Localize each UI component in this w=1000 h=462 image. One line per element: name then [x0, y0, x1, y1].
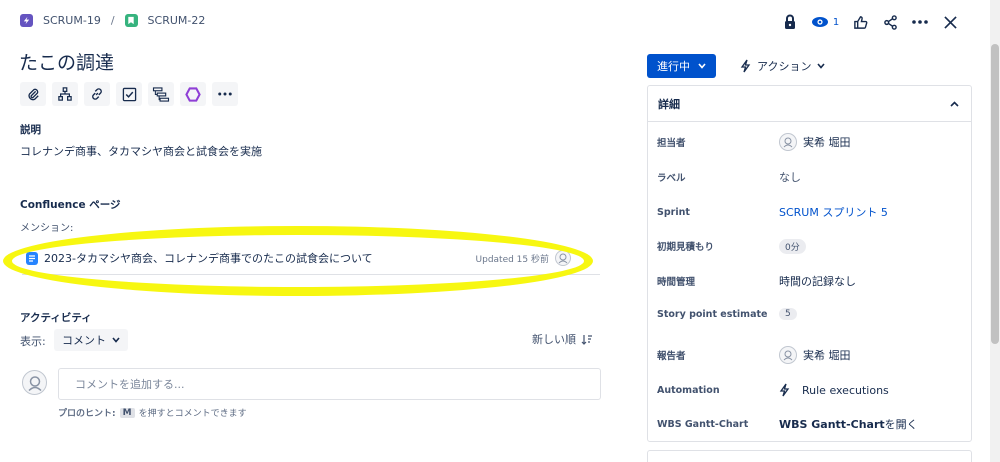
time-tracking-value[interactable]: 時間の記録なし	[779, 273, 856, 289]
estimate-lozenge: 0分	[779, 238, 806, 254]
pro-tip: プロのヒント: M を押すとコメントできます	[58, 406, 247, 419]
field-label: 報告者	[657, 351, 686, 362]
automation-label: Rule executions	[802, 383, 889, 397]
details-panel: 詳細 担当者 実希 堀田 ラベル なし Sprint SCRUM スプリント 5…	[647, 85, 972, 442]
description-text[interactable]: コレナンデ商事、タカマシヤ商会と試食会を実施	[20, 143, 262, 159]
field-story-points: Story point estimate 5	[648, 302, 971, 326]
story-points-value[interactable]: 5	[779, 308, 797, 320]
assignee-name: 実希 堀田	[803, 136, 851, 149]
lock-icon[interactable]	[775, 10, 805, 34]
issue-title[interactable]: たこの調達	[19, 48, 114, 75]
chevron-down-icon	[817, 63, 826, 69]
status-label: 進行中	[657, 60, 690, 73]
breadcrumb: SCRUM-19 / SCRUM-22	[20, 14, 205, 27]
more-actions-icon[interactable]	[212, 82, 238, 106]
more-icon[interactable]	[905, 10, 935, 34]
eye-icon	[811, 17, 828, 27]
field-automation: Automation Rule executions	[648, 378, 971, 402]
story-icon	[124, 14, 138, 27]
breadcrumb-current[interactable]: SCRUM-22	[148, 14, 206, 27]
status-button[interactable]: 進行中	[647, 54, 716, 78]
activity-filter-select[interactable]: コメント	[54, 329, 128, 351]
field-wbs-gantt: WBS Gantt-Chart WBS Gantt-Chart を開く	[648, 412, 971, 436]
breadcrumb-separator: /	[110, 14, 115, 27]
breadcrumb-parent[interactable]: SCRUM-19	[43, 14, 101, 27]
details-title: 詳細	[658, 97, 680, 111]
comment-placeholder: コメントを追加する...	[75, 378, 185, 391]
watch-button[interactable]: 1	[805, 10, 845, 34]
actions-label: アクション	[757, 60, 812, 73]
wbs-gantt-link[interactable]: WBS Gantt-Chart を開く	[779, 416, 918, 432]
field-reporter: 報告者 実希 堀田	[648, 343, 971, 367]
sort-label: 新しい順	[532, 333, 576, 346]
tip-key: M	[119, 407, 135, 418]
actions-button[interactable]: アクション	[740, 58, 826, 74]
avatar	[779, 346, 797, 364]
activity-heading: アクティビティ	[20, 312, 92, 324]
show-label: 表示:	[20, 335, 46, 348]
reporter-value[interactable]: 実希 堀田	[779, 346, 851, 364]
yellow-highlight-annotation	[3, 226, 593, 296]
field-label: ラベル	[657, 173, 686, 184]
field-time-tracking: 時間管理 時間の記録なし	[648, 269, 971, 293]
share-icon[interactable]	[875, 10, 905, 34]
field-label: 時間管理	[657, 277, 696, 288]
field-original-estimate: 初期見積もり 0分	[648, 234, 971, 258]
tip-suffix: を押すとコメントできます	[138, 409, 247, 419]
description-label: 説明	[20, 124, 41, 136]
field-assignee: 担当者 実希 堀田	[648, 130, 971, 154]
child-issue-icon[interactable]	[52, 82, 78, 106]
avatar	[22, 370, 47, 395]
lightning-icon	[740, 59, 751, 73]
lightning-icon	[779, 383, 790, 397]
sort-descending-icon	[581, 334, 592, 345]
sort-button[interactable]: 新しい順	[532, 331, 593, 347]
epic-icon	[20, 14, 33, 27]
watch-count: 1	[832, 16, 840, 28]
field-label: Sprint	[657, 206, 690, 218]
details-header[interactable]: 詳細	[648, 86, 971, 122]
attachment-icon[interactable]	[20, 82, 46, 106]
wbs-gantt-bold: WBS Gantt-Chart	[779, 417, 885, 431]
field-label: 初期見積もり	[657, 242, 715, 253]
field-label: Automation	[657, 384, 720, 396]
sprint-link[interactable]: SCRUM スプリント 5	[779, 204, 888, 220]
chevron-down-icon	[112, 337, 120, 343]
automation-value[interactable]: Rule executions	[779, 383, 889, 397]
tip-prefix: プロのヒント:	[58, 409, 116, 419]
field-labels: ラベル なし	[648, 165, 971, 189]
reporter-name: 実希 堀田	[803, 349, 851, 362]
field-sprint: Sprint SCRUM スプリント 5	[648, 200, 971, 224]
field-label: 担当者	[657, 138, 686, 149]
close-icon[interactable]	[935, 10, 965, 34]
thumbs-up-icon[interactable]	[845, 10, 875, 34]
field-label: WBS Gantt-Chart	[657, 418, 749, 430]
activity-filter-value: コメント	[62, 334, 106, 347]
mentions-label: メンション:	[20, 223, 74, 234]
labels-value[interactable]: なし	[779, 169, 801, 185]
link-icon[interactable]	[84, 82, 110, 106]
chevron-down-icon	[698, 63, 706, 69]
hexagon-app-icon[interactable]	[180, 82, 206, 106]
estimate-value[interactable]: 0分	[779, 238, 806, 254]
field-label: Story point estimate	[657, 308, 768, 320]
assignee-value[interactable]: 実希 堀田	[779, 133, 851, 151]
issue-toolbar	[20, 82, 238, 106]
scrollbar-thumb[interactable]	[991, 44, 999, 344]
comment-input[interactable]: コメントを追加する...	[58, 368, 601, 400]
next-panel	[647, 450, 972, 462]
story-points-lozenge: 5	[779, 308, 797, 320]
checklist-icon[interactable]	[116, 82, 142, 106]
gantt-chart-icon[interactable]	[148, 82, 174, 106]
avatar	[779, 133, 797, 151]
confluence-label: Confluence ページ	[20, 199, 121, 211]
issue-header-actions: 1	[775, 10, 965, 34]
chevron-up-icon[interactable]	[950, 100, 959, 107]
wbs-gantt-open: を開く	[884, 418, 918, 431]
